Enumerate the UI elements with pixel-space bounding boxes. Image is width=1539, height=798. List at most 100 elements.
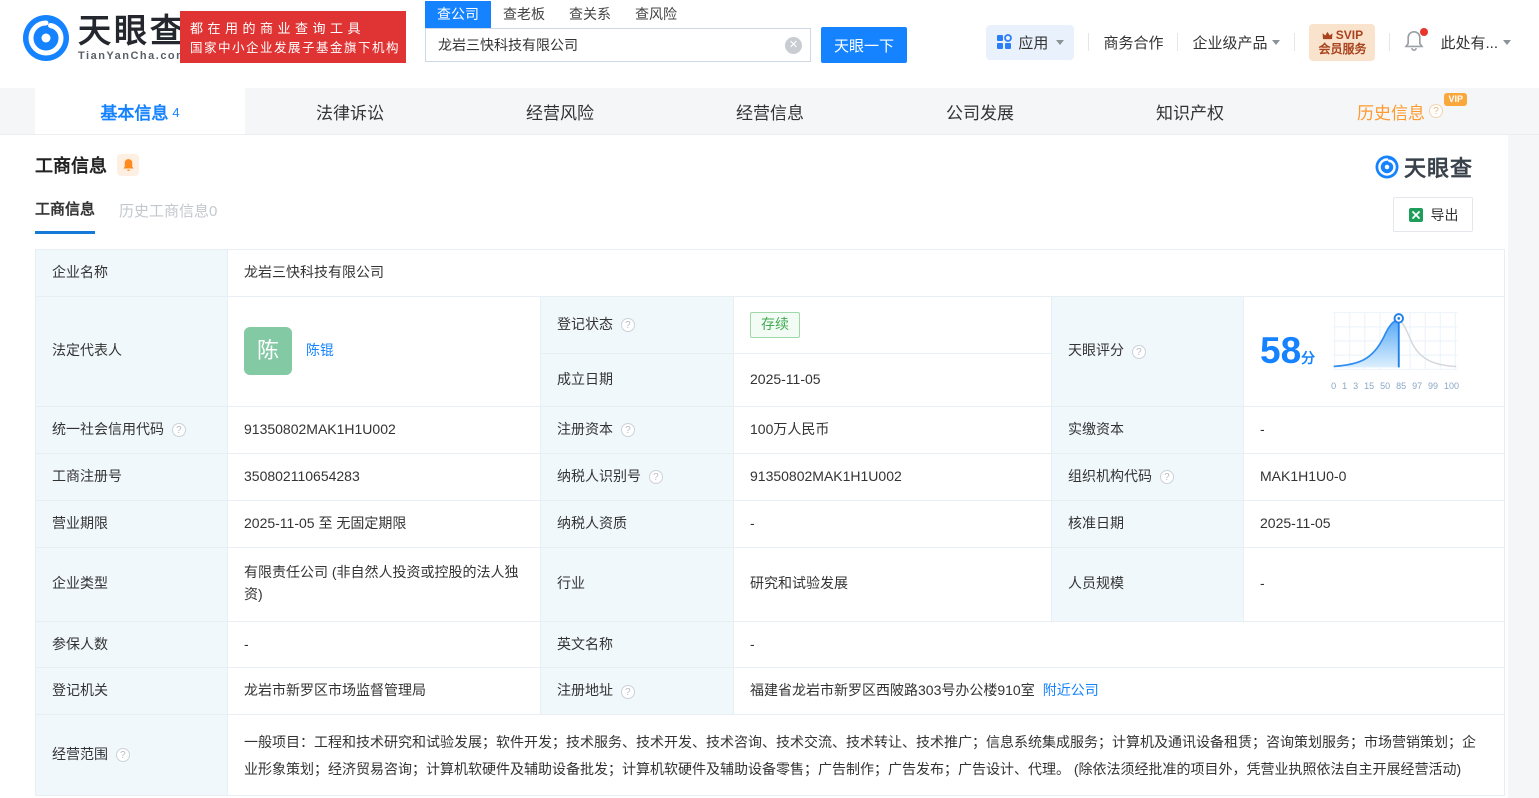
account-menu[interactable]: 此处有... <box>1440 32 1511 53</box>
english-name-label: 英文名称 <box>557 635 613 652</box>
notification-bell[interactable] <box>1404 28 1429 54</box>
score-unit: 分 <box>1301 350 1316 367</box>
field-label-cell: 登记机关 <box>35 667 228 716</box>
help-icon[interactable] <box>620 423 635 438</box>
tianyancha-logo[interactable]: 天眼查 TianYanCha.com <box>22 14 187 62</box>
nav-enterprise-product[interactable]: 企业级产品 <box>1192 32 1281 53</box>
watermark-text: 天眼查 <box>1403 156 1473 181</box>
tick: 1 <box>1342 380 1348 391</box>
table-row: 经营范围 一般项目：工程和技术研究和试验发展；软件开发；技术服务、技术开发、技术… <box>35 714 1506 796</box>
tab-legal-proceedings[interactable]: 法律诉讼 <box>245 88 455 134</box>
search-tab-boss[interactable]: 查老板 <box>491 1 557 28</box>
field-label-cell: 企业类型 <box>35 546 228 622</box>
field-value-cell: 存续 <box>733 296 1052 354</box>
industry-label: 行业 <box>557 575 585 592</box>
nav-business-coop[interactable]: 商务合作 <box>1103 32 1163 53</box>
svip-member-button[interactable]: SVIP 会员服务 <box>1309 24 1376 61</box>
staff-size-value: - <box>1260 575 1265 592</box>
company-section-tabs: 基本信息 4 法律诉讼 经营风险 经营信息 公司发展 知识产权 历史信息 VIP <box>0 88 1539 135</box>
tab-company-development[interactable]: 公司发展 <box>875 88 1085 134</box>
field-label-cell: 行业 <box>540 546 734 622</box>
top-header: 天眼查 TianYanCha.com 都在用的商业查询工具 国家中小企业发展子基… <box>0 0 1539 88</box>
table-row: 统一社会信用代码 91350802MAK1H1U002 注册资本 100万人民币… <box>35 405 1506 454</box>
help-icon[interactable] <box>115 748 130 763</box>
field-label-cell: 纳税人识别号 <box>540 452 734 501</box>
help-icon[interactable] <box>620 684 635 699</box>
table-row: 参保人数 - 英文名称 - <box>35 620 1506 669</box>
table-row: 企业名称 龙岩三快科技有限公司 <box>35 249 1506 297</box>
field-value-cell: 350802110654283 <box>227 452 541 501</box>
establish-date-label: 成立日期 <box>557 370 613 387</box>
chevron-down-icon <box>1503 39 1511 45</box>
promo-banner: 都在用的商业查询工具 国家中小企业发展子基金旗下机构 <box>180 11 406 63</box>
subtab-business-info[interactable]: 工商信息 <box>35 198 96 234</box>
taxpayer-id-label: 纳税人识别号 <box>557 467 641 484</box>
promo-line2: 国家中小企业发展子基金旗下机构 <box>190 41 401 55</box>
tick: 15 <box>1364 380 1375 391</box>
establish-date-value: 2025-11-05 <box>750 370 821 387</box>
tab-operating-info[interactable]: 经营信息 <box>665 88 875 134</box>
paidin-capital-value: - <box>1260 420 1265 437</box>
status-badge: 存续 <box>750 312 800 338</box>
business-term-value: 2025-11-05 至 无固定期限 <box>244 514 407 531</box>
score-distribution-chart: 0 1 3 15 50 85 97 99 100 <box>1329 309 1461 394</box>
help-icon[interactable] <box>1159 470 1174 485</box>
search-input[interactable] <box>426 37 810 53</box>
business-scope-value: 一般项目：工程和技术研究和试验发展；软件开发；技术服务、技术开发、技术咨询、技术… <box>244 734 1476 777</box>
search-tab-relation[interactable]: 查关系 <box>557 1 623 28</box>
field-value-cell: - <box>732 620 1506 669</box>
tick: 99 <box>1428 380 1439 391</box>
tianyan-score[interactable]: 58分 0 1 3 15 50 85 97 99 100 <box>1260 309 1488 394</box>
field-value-cell: - <box>1242 405 1506 454</box>
export-button[interactable]: 导出 <box>1393 197 1473 232</box>
search-button[interactable]: 天眼一下 <box>821 27 907 63</box>
search-row: ✕ 天眼一下 <box>425 27 907 63</box>
clear-icon[interactable]: ✕ <box>785 36 802 54</box>
subtab-history-business-info[interactable]: 历史工商信息0 <box>119 200 217 233</box>
table-row: 营业期限 2025-11-05 至 无固定期限 纳税人资质 - 核准日期 202… <box>35 499 1506 548</box>
approval-date-label: 核准日期 <box>1068 514 1124 531</box>
nearby-companies-link[interactable]: 附近公司 <box>1043 682 1099 698</box>
field-value-cell: 2025-11-05 <box>1242 499 1506 548</box>
divider <box>1389 33 1391 52</box>
tab-operating-risk[interactable]: 经营风险 <box>455 88 665 134</box>
business-term-label: 营业期限 <box>52 514 108 531</box>
field-value-cell: 福建省龙岩市新罗区西陂路303号办公楼910室 附近公司 <box>732 667 1506 716</box>
subscribe-bell-button[interactable] <box>117 154 139 176</box>
tab-history-info[interactable]: 历史信息 VIP <box>1295 88 1505 134</box>
export-label: 导出 <box>1430 206 1459 223</box>
taxpayer-id-value: 91350802MAK1H1U002 <box>750 467 902 484</box>
help-icon[interactable] <box>620 318 635 333</box>
help-icon[interactable] <box>171 423 186 438</box>
help-icon[interactable] <box>1429 104 1443 118</box>
field-label-cell: 工商注册号 <box>35 452 228 501</box>
field-value-cell: - <box>227 620 541 669</box>
reg-capital-label: 注册资本 <box>557 420 613 437</box>
company-type-value: 有限责任公司 (非自然人投资或控股的法人独资) <box>244 564 519 603</box>
search-tab-company[interactable]: 查公司 <box>425 1 491 28</box>
field-label-cell: 经营范围 <box>35 714 228 796</box>
tab-basic-info[interactable]: 基本信息 4 <box>35 88 245 134</box>
tab-intellectual-property[interactable]: 知识产权 <box>1085 88 1295 134</box>
search-tab-risk[interactable]: 查风险 <box>623 1 689 28</box>
reg-number-value: 350802110654283 <box>244 467 360 484</box>
org-code-value: MAK1H1U0-0 <box>1260 467 1347 484</box>
field-value-cell: 2025-11-05 <box>733 352 1052 407</box>
business-coop-label: 商务合作 <box>1103 34 1164 52</box>
table-row: 法定代表人 陈 陈锟 登记状态 存续 天眼评分 <box>35 296 1506 407</box>
help-icon[interactable] <box>648 470 663 485</box>
tab-label: 法律诉讼 <box>316 103 384 123</box>
tab-label: 历史信息 <box>1357 103 1425 123</box>
divider <box>1177 33 1179 52</box>
apps-menu[interactable]: 应用 <box>986 24 1075 60</box>
taxpayer-quality-label: 纳税人资质 <box>557 514 627 531</box>
approval-date-value: 2025-11-05 <box>1260 514 1331 531</box>
legal-rep-link[interactable]: 陈锟 <box>306 340 334 362</box>
help-icon[interactable] <box>1131 344 1146 359</box>
reg-authority-label: 登记机关 <box>52 682 108 699</box>
search-input-wrap: ✕ <box>425 28 811 62</box>
field-value-cell: 100万人民币 <box>733 405 1052 454</box>
search-area: 查公司 查老板 查关系 查风险 ✕ 天眼一下 <box>425 1 907 63</box>
credit-code-value: 91350802MAK1H1U002 <box>244 420 396 437</box>
enterprise-product-label: 企业级产品 <box>1192 34 1268 52</box>
